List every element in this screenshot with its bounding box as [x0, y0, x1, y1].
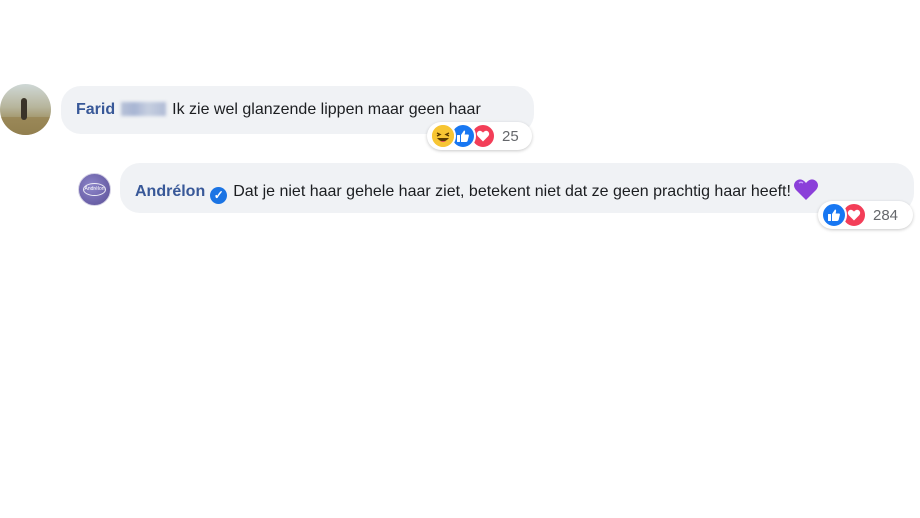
- redacted-surname: [121, 102, 167, 116]
- avatar-photo-ground: [0, 117, 51, 135]
- reaction-count[interactable]: 25: [502, 128, 519, 145]
- comment-author-name[interactable]: Andrélon: [135, 183, 205, 200]
- comment-bubble-andrelon: Andrélon ✓ Dat je niet haar gehele haar zi…: [120, 163, 914, 213]
- verified-badge-icon: ✓: [210, 187, 228, 204]
- comment-author-name[interactable]: Farid: [76, 101, 115, 118]
- avatar-photo-figure: [21, 98, 27, 120]
- comment-text: Ik zie wel glanzende lippen maar geen ha…: [172, 101, 481, 118]
- brand-logo-text: Andrélon: [84, 186, 105, 192]
- reaction-count[interactable]: 284: [873, 207, 898, 224]
- avatar-andrelon[interactable]: Andrélon: [78, 173, 111, 206]
- avatar-farid[interactable]: [0, 84, 51, 135]
- like-icon: [821, 202, 847, 228]
- purple-heart-icon: [793, 178, 819, 208]
- reaction-summary-farid[interactable]: 25: [427, 122, 532, 150]
- haha-icon: [430, 123, 456, 149]
- comment-text: Dat je niet haar gehele haar ziet, betek…: [233, 183, 791, 200]
- reaction-summary-andrelon[interactable]: 284: [818, 201, 913, 229]
